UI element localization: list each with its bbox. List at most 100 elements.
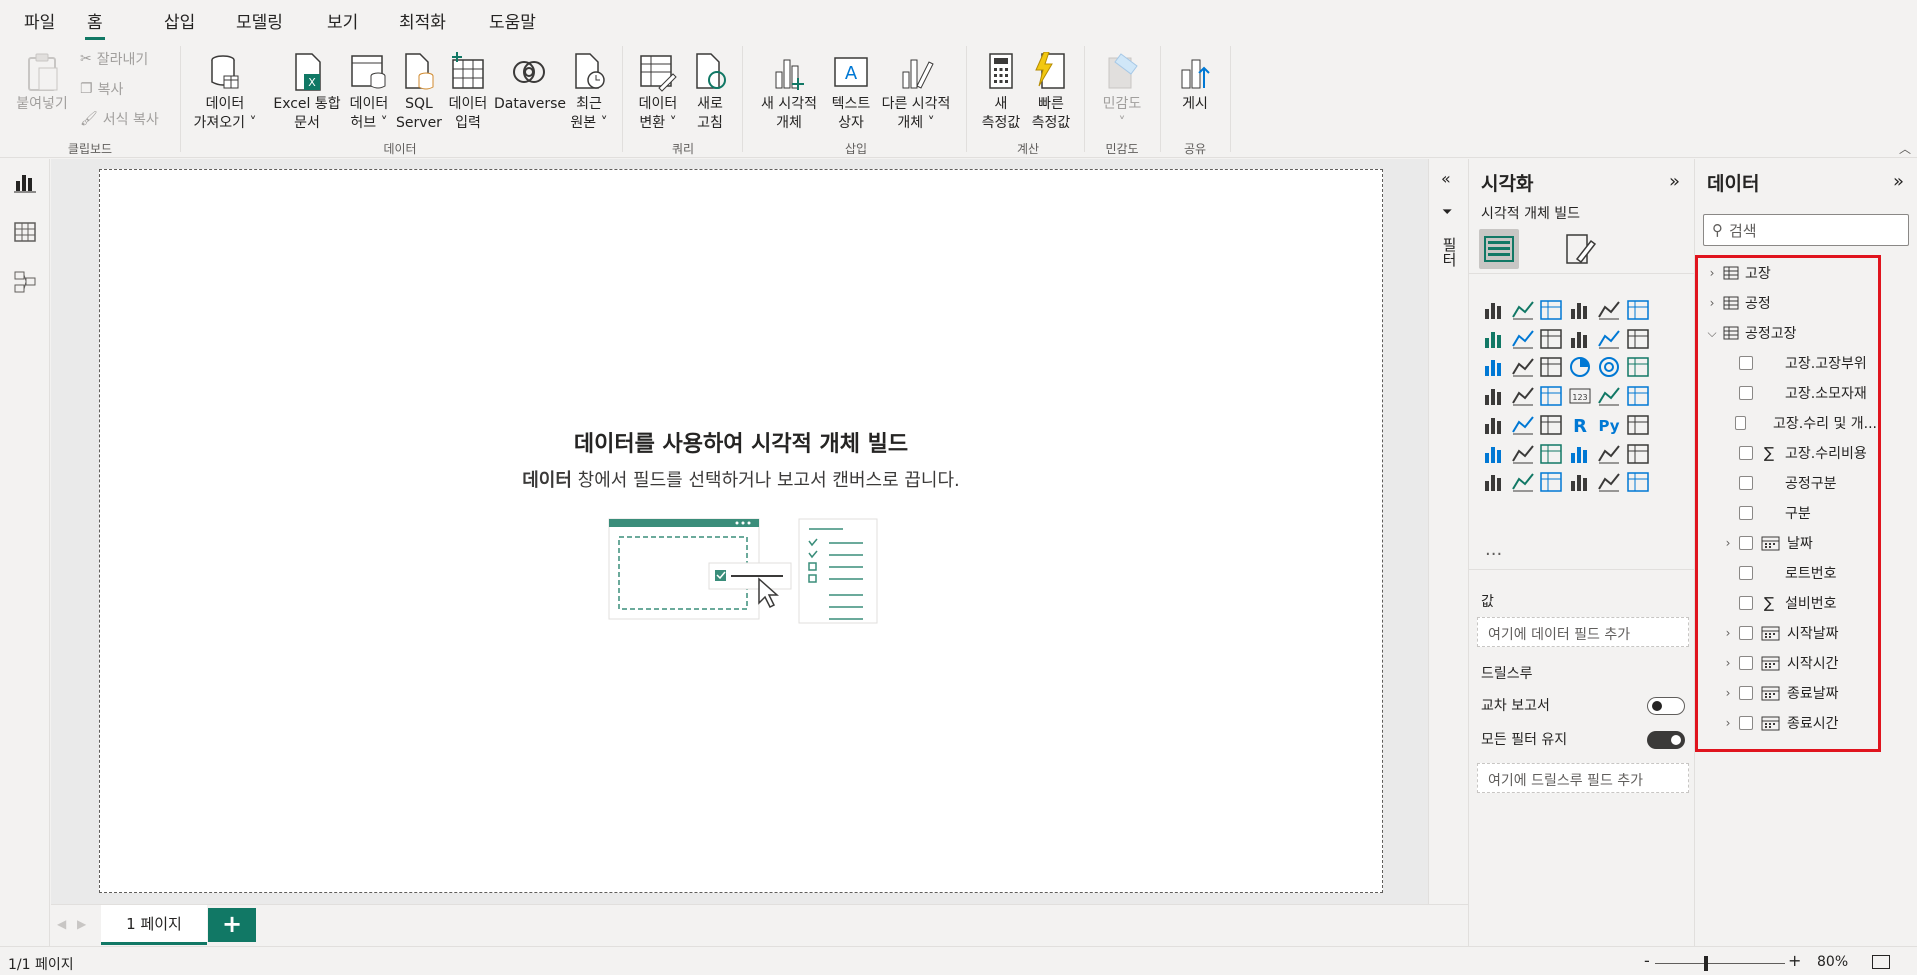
report-view-icon[interactable]: [12, 169, 38, 195]
zoom-slider-track[interactable]: [1655, 963, 1785, 964]
field-checkbox[interactable]: [1739, 386, 1753, 400]
cut-button[interactable]: ✂ 잘라내기: [80, 49, 148, 69]
menu-help[interactable]: 도움말: [489, 8, 536, 33]
data-hub-button[interactable]: 데이터 허브 ˅: [345, 52, 393, 133]
drillthrough-well[interactable]: 여기에 드릴스루 필드 추가: [1477, 763, 1689, 793]
decomposition-tree-icon[interactable]: [1481, 441, 1507, 467]
field-item[interactable]: 고장.고장부위: [1721, 352, 1877, 374]
collapse-ribbon-icon[interactable]: ︿: [1899, 140, 1911, 157]
format-painter-button[interactable]: 🖌 서식 복사: [80, 109, 159, 129]
transform-data-button[interactable]: 데이터 변환 ˅: [630, 52, 686, 133]
table-node[interactable]: › 공정: [1705, 292, 1771, 314]
clustered-column-chart-icon[interactable]: [1567, 297, 1593, 323]
power-automate-flow-icon[interactable]: [1510, 469, 1536, 495]
scatter-chart-icon[interactable]: [1538, 354, 1564, 380]
treemap-icon[interactable]: [1625, 354, 1651, 380]
field-checkbox[interactable]: [1739, 716, 1753, 730]
multi-row-card-icon[interactable]: [1596, 383, 1622, 409]
smart-narrative-icon[interactable]: [1538, 441, 1564, 467]
matrix-icon[interactable]: [1538, 412, 1564, 438]
quick-measure-button[interactable]: 빠른 측정값: [1026, 52, 1076, 133]
cross-report-toggle[interactable]: [1647, 697, 1685, 715]
power-automate-icon[interactable]: [1481, 469, 1507, 495]
chevron-right-icon[interactable]: ›: [1721, 626, 1735, 640]
menu-insert[interactable]: 삽입: [164, 8, 195, 33]
field-item[interactable]: › 종료날짜: [1721, 682, 1877, 704]
chevron-down-icon[interactable]: ⌵: [1705, 326, 1719, 341]
chevron-right-icon[interactable]: ›: [1721, 686, 1735, 700]
field-checkbox[interactable]: [1739, 656, 1753, 670]
field-item[interactable]: ∑ 설비번호: [1721, 592, 1877, 614]
zoom-out-button[interactable]: -: [1644, 951, 1650, 970]
collapse-data-icon[interactable]: »: [1893, 171, 1904, 192]
table-view-icon[interactable]: [12, 219, 38, 245]
sensitivity-button[interactable]: 민감도 ˅: [1094, 52, 1150, 133]
text-box-button[interactable]: A 텍스트 상자: [826, 52, 876, 133]
new-measure-button[interactable]: 새 측정값: [976, 52, 1026, 133]
values-well[interactable]: 여기에 데이터 필드 추가: [1477, 617, 1689, 647]
paste-button[interactable]: 붙여넣기: [10, 52, 74, 114]
new-visual-button[interactable]: 새 시각적 개체: [752, 52, 826, 133]
power-apps-icon[interactable]: [1625, 441, 1651, 467]
funnel-chart-icon[interactable]: [1510, 354, 1536, 380]
sql-server-button[interactable]: SQL Server: [395, 52, 443, 133]
enter-data-button[interactable]: 데이터 입력: [444, 52, 492, 133]
field-checkbox[interactable]: [1739, 626, 1753, 640]
kpi-icon[interactable]: [1625, 383, 1651, 409]
add-page-button[interactable]: +: [208, 908, 256, 942]
recent-sources-button[interactable]: 최근 원본 ˅: [565, 52, 613, 133]
gantt-visual-icon[interactable]: [1596, 469, 1622, 495]
field-item[interactable]: › 날짜: [1721, 532, 1877, 554]
report-canvas[interactable]: 데이터를 사용하여 시각적 개체 빌드 데이터 창에서 필드를 선택하거나 보고…: [99, 169, 1383, 893]
field-checkbox[interactable]: [1739, 476, 1753, 490]
field-item[interactable]: › 종료시간: [1721, 712, 1877, 734]
menu-file[interactable]: 파일: [24, 8, 55, 33]
stacked-area-chart-icon[interactable]: [1538, 326, 1564, 352]
next-page-icon[interactable]: ▶: [77, 917, 86, 931]
table-icon[interactable]: [1510, 412, 1536, 438]
field-item[interactable]: 고장.수리 및 개...: [1721, 412, 1877, 434]
more-visuals-ellipsis[interactable]: ...: [1485, 539, 1502, 560]
python-visual-icon[interactable]: Py: [1596, 412, 1622, 438]
gauge-icon[interactable]: [1538, 383, 1564, 409]
field-item[interactable]: 구분: [1721, 502, 1877, 524]
keep-filters-toggle[interactable]: [1647, 731, 1685, 749]
ribbon-chart-icon[interactable]: [1625, 326, 1651, 352]
page-tab-1[interactable]: 1 페이지: [101, 905, 207, 945]
filled-map-icon[interactable]: [1510, 383, 1536, 409]
field-item[interactable]: 공정구분: [1721, 472, 1877, 494]
area-chart-icon[interactable]: [1510, 326, 1536, 352]
field-item[interactable]: 고장.소모자재: [1721, 382, 1877, 404]
table-node[interactable]: › 고장: [1705, 262, 1771, 284]
field-checkbox[interactable]: [1739, 536, 1753, 550]
field-checkbox[interactable]: [1739, 686, 1753, 700]
field-checkbox[interactable]: [1739, 566, 1753, 580]
menu-modeling[interactable]: 모델링: [236, 8, 283, 33]
refresh-button[interactable]: 새로 고침: [690, 52, 730, 133]
pie-chart-icon[interactable]: [1567, 354, 1593, 380]
menu-home[interactable]: 홈: [85, 8, 105, 40]
card-icon[interactable]: 123: [1567, 383, 1593, 409]
qna-icon[interactable]: [1510, 441, 1536, 467]
100-stacked-bar-chart-icon[interactable]: [1596, 297, 1622, 323]
line-chart-icon[interactable]: [1481, 326, 1507, 352]
more-visuals-button[interactable]: 다른 시각적 개체 ˅: [876, 52, 956, 133]
table-node[interactable]: ⌵ 공정고장: [1705, 322, 1796, 344]
field-checkbox[interactable]: [1739, 596, 1753, 610]
paginated-report-icon[interactable]: [1596, 441, 1622, 467]
heatmap-visual-icon[interactable]: [1625, 469, 1651, 495]
chevron-right-icon[interactable]: ›: [1721, 656, 1735, 670]
format-visual-tab[interactable]: [1559, 229, 1599, 269]
menu-view[interactable]: 보기: [327, 8, 358, 33]
metrics-icon[interactable]: [1567, 441, 1593, 467]
chevron-right-icon[interactable]: ›: [1705, 296, 1719, 310]
chevron-right-icon[interactable]: ›: [1705, 266, 1719, 280]
field-item[interactable]: › 시작시간: [1721, 652, 1877, 674]
field-checkbox[interactable]: [1735, 416, 1747, 430]
zoom-in-button[interactable]: +: [1788, 951, 1801, 970]
line-stacked-column-chart-icon[interactable]: [1596, 326, 1622, 352]
menu-optimize[interactable]: 최적화: [399, 8, 446, 33]
bar-visual-custom-icon[interactable]: [1567, 469, 1593, 495]
field-item[interactable]: ∑ 고장.수리비용: [1721, 442, 1877, 464]
collapse-viz-icon[interactable]: »: [1669, 171, 1680, 192]
